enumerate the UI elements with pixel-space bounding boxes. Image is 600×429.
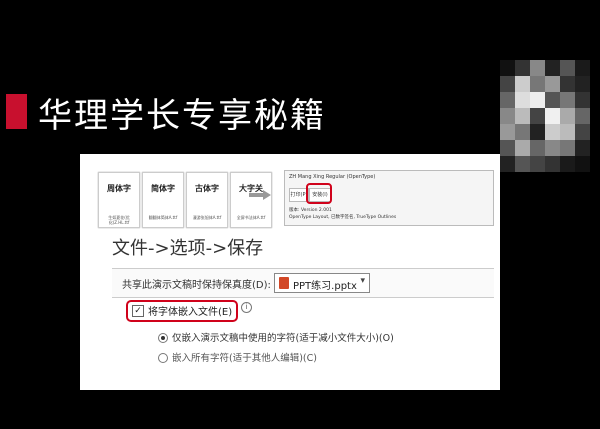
font-file-name: 全屏书法体A.ttf	[236, 215, 266, 220]
presentation-name: PPT练习.pptx	[293, 281, 357, 292]
slide: 华理学长专享秘籍 周体字 生如夏花(优化)Z.HL.ttf 简体字 翻翻体简体A…	[0, 0, 600, 429]
font-file-card[interactable]: 周体字 生如夏花(优化)Z.HL.ttf	[98, 172, 140, 228]
font-file-name: 生如夏花(优化)Z.HL.ttf	[108, 215, 130, 225]
font-name: ZH Mang Xing Regular (OpenType)	[289, 174, 376, 180]
blurred-image	[500, 60, 590, 172]
content-panel: 周体字 生如夏花(优化)Z.HL.ttf 简体字 翻翻体简体A.ttf 古体字 …	[80, 154, 500, 390]
embed-all-radio[interactable]	[158, 353, 168, 363]
font-file-list: 周体字 生如夏花(优化)Z.HL.ttf 简体字 翻翻体简体A.ttf 古体字 …	[98, 172, 278, 230]
font-file-name: 翻翻体简体A.ttf	[148, 215, 178, 220]
fidelity-row: 共享此演示文稿时保持保真度(D): PPT练习.pptx ▾	[112, 268, 494, 298]
chevron-down-icon: ▾	[360, 276, 365, 286]
font-file-card[interactable]: 古体字 漫游张旭体A.ttf	[186, 172, 228, 228]
settings-path-heading: 文件->选项->保存	[112, 238, 264, 259]
title-accent-bar	[6, 94, 27, 129]
font-sample: 古体字	[195, 183, 219, 193]
font-sample: 简体字	[151, 183, 175, 193]
font-file-card[interactable]: 简体字 翻翻体简体A.ttf	[142, 172, 184, 228]
info-icon[interactable]: i	[241, 302, 252, 313]
install-highlight	[306, 183, 332, 204]
presentation-select[interactable]: PPT练习.pptx ▾	[274, 273, 370, 293]
embed-fonts-checkbox[interactable]: ✓	[132, 305, 144, 317]
font-preview-window: ZH Mang Xing Regular (OpenType) 打印(P) 安装…	[284, 170, 494, 226]
embed-fonts-label: 将字体嵌入文件(E)	[148, 307, 233, 318]
embed-all-label: 嵌入所有字符(适于其他人编辑)(C)	[172, 353, 317, 364]
embed-subset-radio[interactable]	[158, 333, 168, 343]
slide-title: 华理学长专享秘籍	[38, 96, 326, 136]
font-type: OpenType Layout, 已数字签名, TrueType Outline…	[289, 215, 397, 220]
font-sample: 周体字	[107, 183, 131, 193]
fidelity-label: 共享此演示文稿时保持保真度(D):	[122, 280, 271, 291]
powerpoint-icon	[279, 277, 289, 289]
embed-subset-label: 仅嵌入演示文稿中使用的字符(适于减小文件大小)(O)	[172, 333, 394, 344]
font-file-name: 漫游张旭体A.ttf	[192, 215, 222, 220]
save-options-section: 共享此演示文稿时保持保真度(D): PPT练习.pptx ▾ ✓ 将字体嵌入文件…	[112, 268, 494, 378]
arrow-right-icon	[249, 190, 271, 200]
font-version: 版本: Version 2.001	[289, 208, 332, 213]
